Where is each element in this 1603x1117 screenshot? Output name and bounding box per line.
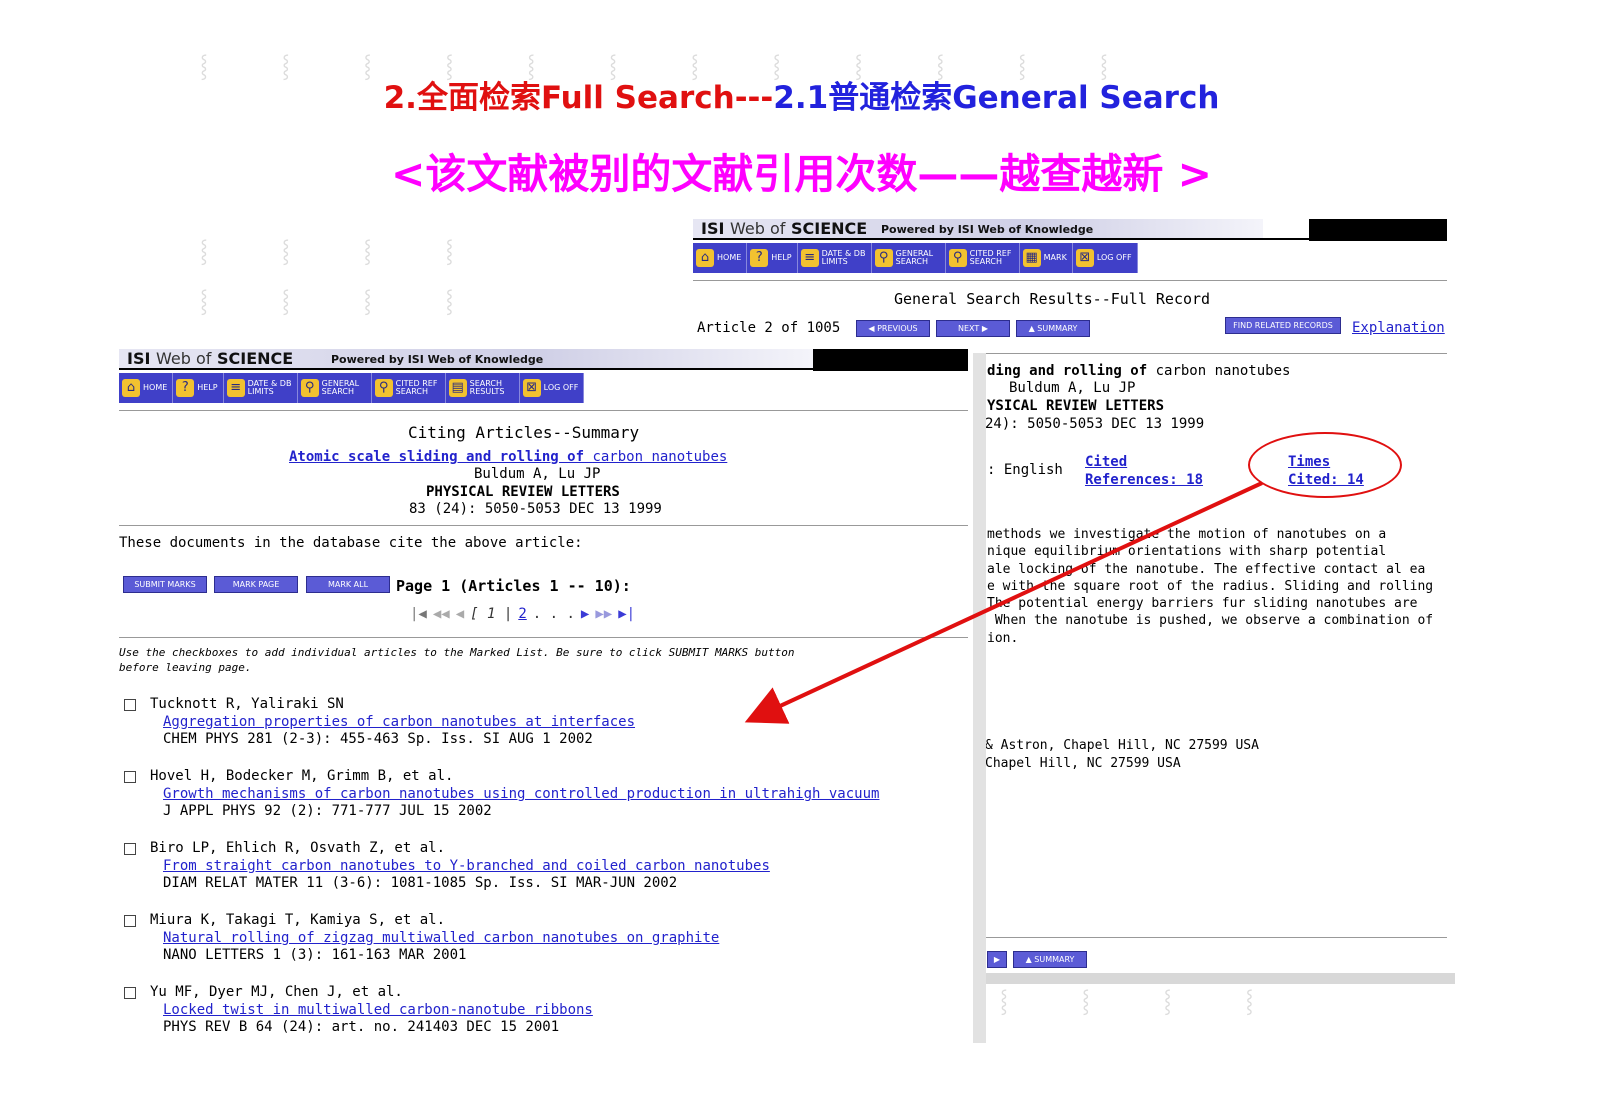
annotation-arrow — [744, 481, 1263, 724]
